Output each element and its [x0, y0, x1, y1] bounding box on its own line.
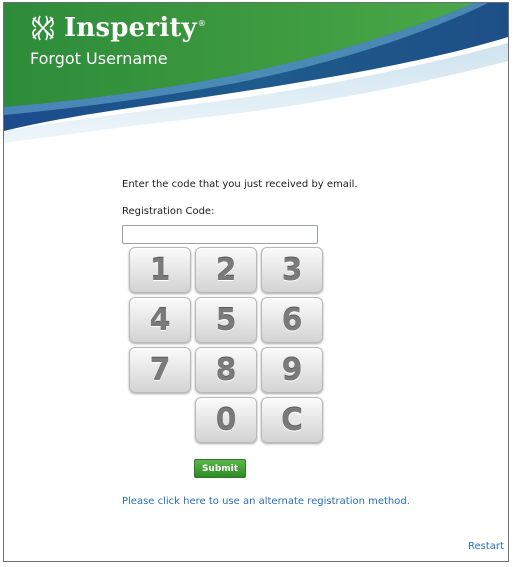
insperity-leaf-logo-icon	[32, 15, 54, 41]
page-frame: Insperity ® Forgot Username Enter the co…	[3, 2, 509, 562]
logo-wordmark: Insperity	[64, 13, 197, 43]
keypad-key-9[interactable]: 9	[261, 347, 323, 393]
keypad-key-3[interactable]: 3	[261, 247, 323, 293]
registration-code-label: Registration Code:	[122, 206, 215, 217]
registration-code-input[interactable]	[122, 225, 318, 244]
keypad-clear-key[interactable]: C	[261, 397, 323, 443]
keypad-key-0[interactable]: 0	[195, 397, 257, 443]
instruction-text: Enter the code that you just received by…	[122, 179, 358, 190]
alternate-registration-link[interactable]: Please click here to use an alternate re…	[122, 496, 410, 507]
keypad-key-8[interactable]: 8	[195, 347, 257, 393]
insperity-logo: Insperity ®	[28, 13, 206, 43]
keypad-key-6[interactable]: 6	[261, 297, 323, 343]
keypad-key-2[interactable]: 2	[195, 247, 257, 293]
keypad-key-5[interactable]: 5	[195, 297, 257, 343]
page-title: Forgot Username	[30, 49, 168, 68]
keypad-key-4[interactable]: 4	[129, 297, 191, 343]
numeric-keypad: 1 2 3 4 5 6 7 8 9 0 C	[129, 247, 325, 443]
keypad-key-7[interactable]: 7	[129, 347, 191, 393]
keypad-key-1[interactable]: 1	[129, 247, 191, 293]
trademark-symbol: ®	[197, 19, 206, 28]
restart-link[interactable]: Restart	[468, 541, 504, 552]
submit-button[interactable]: Submit	[194, 459, 246, 478]
